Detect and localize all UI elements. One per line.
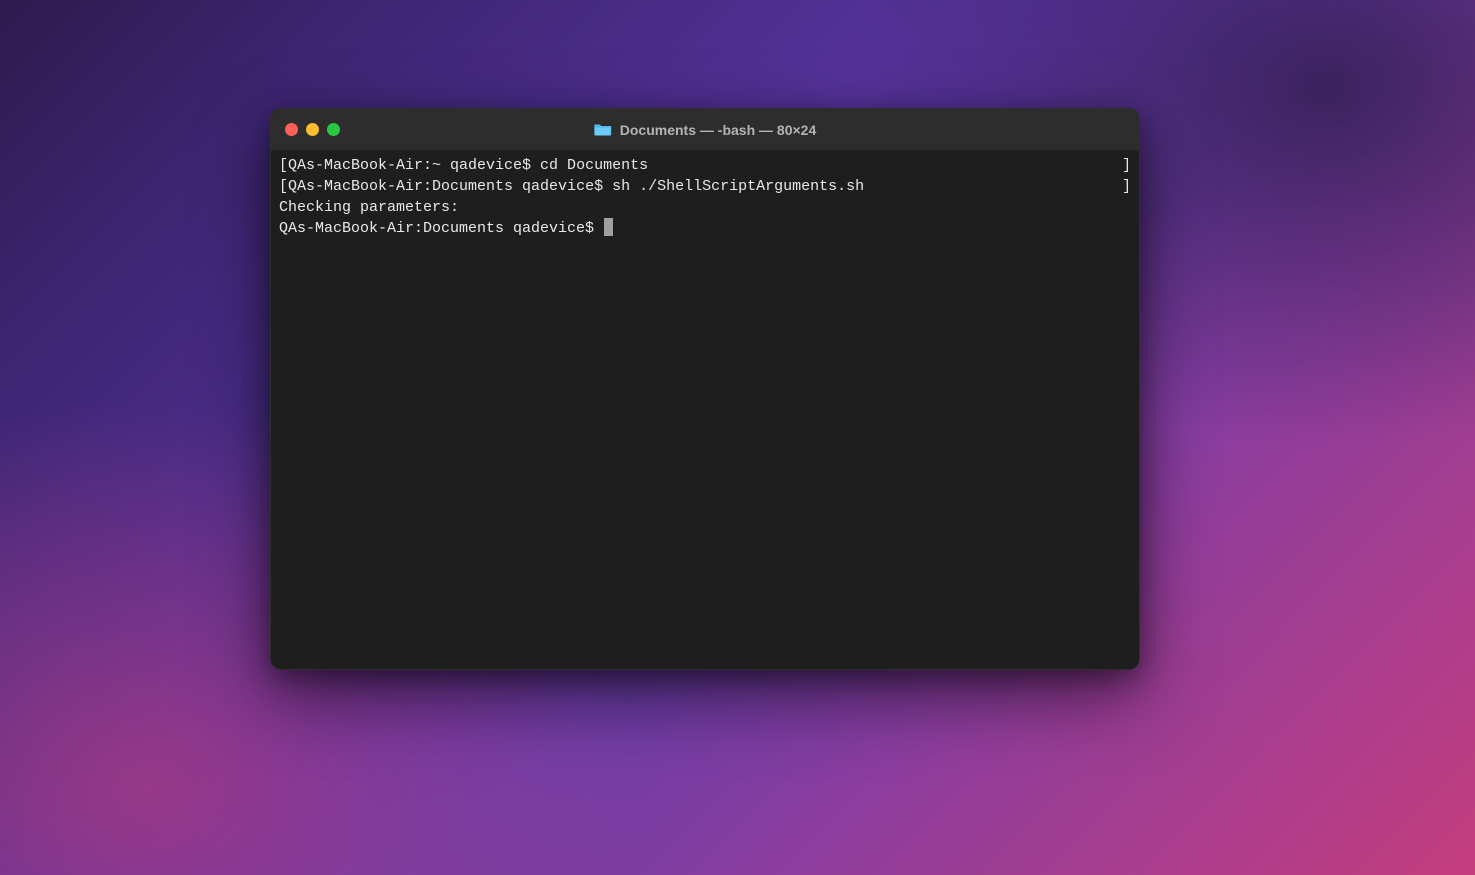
line-content: Checking parameters: bbox=[279, 199, 459, 216]
close-button[interactable] bbox=[285, 123, 298, 136]
terminal-line: QAs-MacBook-Air:Documents qadevice$ bbox=[279, 218, 1131, 239]
line-bracket-right: ] bbox=[1122, 155, 1131, 176]
terminal-line: [QAs-MacBook-Air:~ qadevice$ cd Document… bbox=[279, 155, 1131, 176]
terminal-body[interactable]: [QAs-MacBook-Air:~ qadevice$ cd Document… bbox=[271, 151, 1139, 669]
line-content: QAs-MacBook-Air:Documents qadevice$ sh .… bbox=[288, 178, 864, 195]
terminal-line: [QAs-MacBook-Air:Documents qadevice$ sh … bbox=[279, 176, 1131, 197]
folder-icon bbox=[594, 122, 612, 137]
line-bracket-left: [ bbox=[279, 178, 288, 195]
minimize-button[interactable] bbox=[306, 123, 319, 136]
traffic-lights bbox=[285, 123, 340, 136]
titlebar[interactable]: Documents — -bash — 80×24 bbox=[271, 109, 1139, 151]
terminal-line: Checking parameters: bbox=[279, 197, 1131, 218]
terminal-window: Documents — -bash — 80×24 [QAs-MacBook-A… bbox=[270, 108, 1140, 670]
titlebar-title-group: Documents — -bash — 80×24 bbox=[594, 122, 816, 138]
window-title: Documents — -bash — 80×24 bbox=[620, 122, 816, 138]
cursor bbox=[604, 218, 613, 236]
line-content: QAs-MacBook-Air:Documents qadevice$ bbox=[279, 220, 603, 237]
line-content: QAs-MacBook-Air:~ qadevice$ cd Documents bbox=[288, 157, 648, 174]
line-bracket-right: ] bbox=[1122, 176, 1131, 197]
line-bracket-left: [ bbox=[279, 157, 288, 174]
maximize-button[interactable] bbox=[327, 123, 340, 136]
